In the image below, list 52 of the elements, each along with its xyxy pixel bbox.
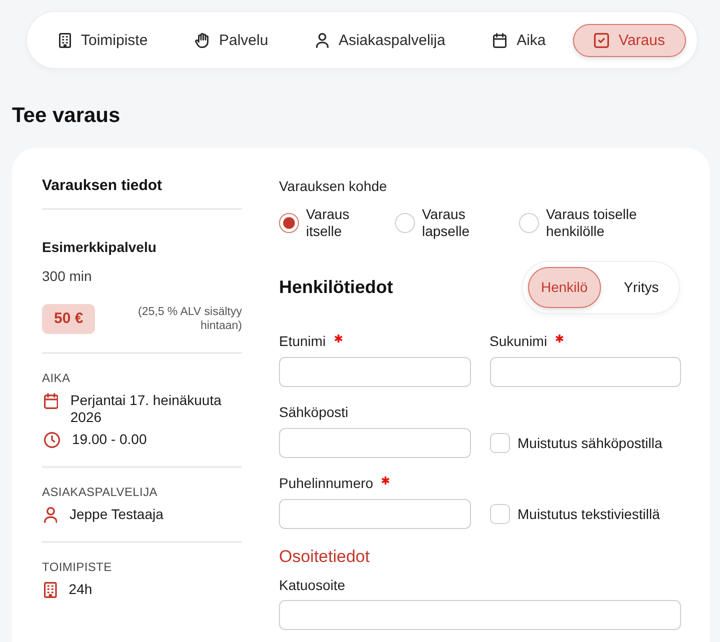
group-label: Varauksen kohde <box>279 177 388 196</box>
section-heading: TOIMIPISTE <box>42 560 113 575</box>
vat-note: (25,5 % ALV sisältyy hintaan) <box>137 305 242 333</box>
field-label: Katuosoite <box>279 577 346 594</box>
service-duration: 300 min <box>42 267 93 286</box>
checkbox-label[interactable]: Muistutus sähköpostilla <box>518 434 662 452</box>
section-title: Henkilötiedot <box>279 276 394 298</box>
radio-button[interactable] <box>395 213 415 233</box>
hand-icon <box>195 32 209 48</box>
section-heading: AIKA <box>42 371 72 386</box>
radio-label[interactable]: Varaus lapselle <box>422 206 500 240</box>
radio-label[interactable]: Varaus itselle <box>306 206 384 240</box>
toggle-button[interactable]: Yritys <box>610 267 672 308</box>
nav-tab[interactable]: Asiakaspalvelija <box>294 24 466 56</box>
input-field[interactable] <box>279 499 470 529</box>
input-field[interactable] <box>279 357 470 387</box>
detail-text: 19.00 - 0.00 <box>72 431 147 448</box>
service-name: Esimerkkipalvelu <box>42 238 158 257</box>
field-label: Sukunimi <box>490 333 548 350</box>
nav-tab[interactable]: Aika <box>472 24 567 56</box>
building-icon <box>59 32 71 48</box>
checkbox-icon <box>594 32 609 48</box>
clock-icon <box>44 432 60 448</box>
field-label: Puhelinnumero <box>279 475 374 492</box>
toggle-button[interactable]: Henkilö <box>528 267 601 308</box>
summary-title: Varauksen tiedot <box>42 176 164 196</box>
building-icon <box>44 582 57 598</box>
detail-text: Perjantai 17. heinäkuuta 2026 <box>70 392 222 426</box>
calendar-icon <box>44 393 58 409</box>
section-title: Osoitetiedot <box>279 547 371 567</box>
checkbox-label[interactable]: Muistutus tekstiviestillä <box>518 506 660 522</box>
field-label: Sähköposti <box>279 404 348 421</box>
radio-button[interactable] <box>279 213 299 233</box>
nav-tab[interactable]: Varaus <box>572 24 686 56</box>
calendar-icon <box>493 32 507 48</box>
section-heading: ASIAKASPALVELIJA <box>42 485 158 500</box>
person-icon <box>44 507 58 523</box>
input-field[interactable] <box>279 428 470 458</box>
nav-tab[interactable]: Palvelu <box>174 24 290 56</box>
input-field[interactable] <box>279 600 681 630</box>
radio-label[interactable]: Varaus toiselle henkilölle <box>546 206 664 240</box>
checkbox[interactable] <box>490 433 510 453</box>
checkbox[interactable] <box>490 504 510 524</box>
price-badge: 50 € <box>42 304 96 334</box>
field-label: Etunimi <box>279 333 326 350</box>
person-icon <box>316 32 329 48</box>
input-field[interactable] <box>490 357 681 387</box>
detail-text: Jeppe Testaaja <box>69 506 164 523</box>
radio-button[interactable] <box>519 213 539 233</box>
page-title: Tee varaus <box>12 103 122 128</box>
nav-tab[interactable]: Toimipiste <box>38 24 169 56</box>
detail-text: 24h <box>68 581 92 598</box>
